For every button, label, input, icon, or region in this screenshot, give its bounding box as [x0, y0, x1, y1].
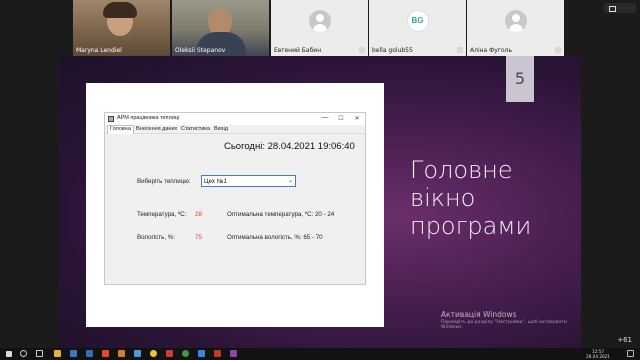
today-value: 28.04.2021 19:06:40	[267, 141, 355, 152]
tab-home[interactable]: Головна	[107, 125, 134, 134]
activation-hint: Перейдіть до розділу "Настройки", щоб ак…	[441, 320, 567, 330]
mic-muted-icon	[457, 47, 463, 53]
close-button[interactable]: ✕	[351, 115, 363, 122]
today-display: Сьогодні: 28.04.2021 19:06:40	[224, 141, 355, 152]
system-clock[interactable]: 12:57 28.04.2021	[578, 348, 618, 360]
avatar-placeholder-icon	[308, 10, 331, 32]
windows-start-icon[interactable]	[6, 351, 12, 357]
slide-title-line: вікно	[410, 184, 476, 212]
participant-name: Аліна Фуголь	[470, 47, 513, 54]
minimize-button[interactable]: —	[319, 114, 331, 121]
tab-data-entry[interactable]: Внесення даних	[136, 126, 177, 132]
optimal-humidity-label: Оптимальна вологість, %: 65 - 70	[227, 234, 323, 241]
activation-title: Активація Windows	[441, 310, 517, 319]
maximize-button[interactable]: ☐	[335, 115, 347, 122]
participant-tile-evgeniy[interactable]: Евгений Бабин	[271, 0, 368, 56]
app-menubar: Головна Внесення даних Статистика Вихід	[105, 125, 365, 134]
more-participants-count[interactable]: +61	[617, 336, 632, 344]
slide-screenshot: АРМ працівника теплиці — ☐ ✕ Головна Вне…	[86, 83, 384, 327]
app-window: АРМ працівника теплиці — ☐ ✕ Головна Вне…	[104, 112, 366, 285]
humidity-value: 75	[195, 234, 202, 241]
participant-name: Maryna Lendiel	[76, 47, 122, 54]
participant-tile-oleksii[interactable]: Oleksii Stepanov	[172, 0, 269, 56]
app-taskbar-icon[interactable]	[118, 350, 125, 357]
app-window-title: АРМ працівника теплиці	[117, 115, 180, 121]
tab-exit[interactable]: Вихід	[214, 126, 228, 132]
app-titlebar: АРМ працівника теплиці — ☐ ✕	[105, 113, 365, 125]
app-icon	[108, 116, 114, 122]
temperature-label: Температура, ºС:	[137, 211, 187, 218]
clock-date: 28.04.2021	[586, 354, 610, 359]
task-view-icon[interactable]	[36, 350, 43, 357]
participant-name: bella golub55	[372, 47, 413, 54]
greenhouse-select[interactable]: Цех №1 ⌄	[201, 175, 296, 187]
app-taskbar-icon[interactable]	[198, 350, 205, 357]
app-taskbar-icon[interactable]	[214, 350, 221, 357]
app-taskbar-icon[interactable]	[166, 350, 173, 357]
notifications-icon[interactable]	[627, 350, 634, 357]
humidity-label: Вологість, %:	[137, 234, 175, 241]
view-toggle-button[interactable]	[604, 3, 636, 13]
app-taskbar-icon[interactable]	[86, 350, 93, 357]
participant-hair	[103, 2, 137, 18]
browser-icon[interactable]	[150, 350, 157, 357]
windows-activation-watermark: Активація Windows Перейдіть до розділу "…	[441, 310, 581, 330]
tab-statistics[interactable]: Статистика	[181, 126, 210, 132]
participant-name: Oleksii Stepanov	[175, 47, 226, 54]
initials-avatar: BG	[406, 10, 429, 32]
slide-number: 5	[506, 56, 534, 102]
mic-muted-icon	[555, 47, 561, 53]
optimal-temperature-label: Оптимальна температура, ºС: 20 - 24	[227, 211, 335, 218]
taskbar: 12:57 28.04.2021	[0, 348, 640, 360]
shared-slide: 5 АРМ працівника теплиці — ☐ ✕ Головна В…	[59, 56, 581, 348]
app-taskbar-icon[interactable]	[102, 350, 109, 357]
slide-title-line: Головне	[410, 156, 513, 184]
temperature-value: 28	[195, 211, 202, 218]
greenhouse-select-value: Цех №1	[204, 178, 227, 185]
mic-muted-icon	[359, 47, 365, 53]
search-icon[interactable]	[20, 350, 27, 357]
today-label: Сьогодні:	[224, 141, 265, 152]
file-explorer-icon[interactable]	[54, 350, 61, 357]
right-gutter	[581, 56, 640, 348]
participants-strip: Maryna Lendiel Oleksii Stepanov Евгений …	[0, 0, 640, 56]
app-taskbar-icon[interactable]	[134, 350, 141, 357]
avatar-placeholder-icon	[504, 10, 527, 32]
slide-title-line: програми	[410, 212, 532, 240]
participant-name: Евгений Бабин	[274, 47, 322, 54]
participant-tile-bella[interactable]: BG bella golub55	[369, 0, 466, 56]
app-taskbar-icon[interactable]	[70, 350, 77, 357]
app-taskbar-icon[interactable]	[230, 350, 237, 357]
app-taskbar-icon[interactable]	[182, 350, 189, 357]
participant-tile-maryna[interactable]: Maryna Lendiel	[73, 0, 170, 56]
choose-greenhouse-label: Виберіть теплицю:	[137, 178, 191, 185]
chevron-down-icon: ⌄	[287, 178, 293, 184]
slide-title: Головне вікно програми	[410, 156, 580, 240]
participant-tile-alina[interactable]: Аліна Фуголь	[467, 0, 564, 56]
